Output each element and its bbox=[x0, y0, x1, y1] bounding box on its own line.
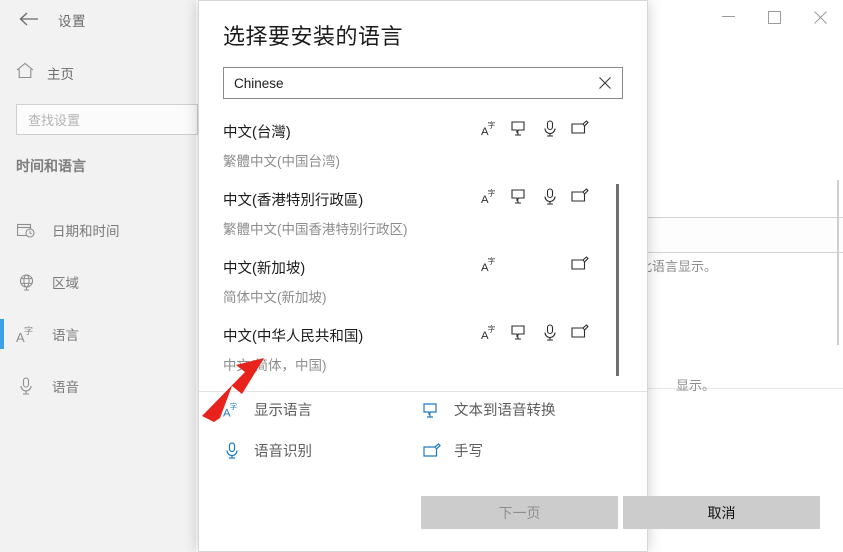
handwriting-icon[interactable] bbox=[571, 186, 589, 206]
sidebar-home-label: 主页 bbox=[47, 67, 74, 82]
speech-recognition-icon[interactable] bbox=[541, 322, 559, 342]
list-item[interactable]: 中文(新加坡) A字 简体中文(新加坡) bbox=[223, 250, 623, 318]
window-controls bbox=[705, 0, 843, 34]
text-to-speech-icon[interactable] bbox=[511, 118, 529, 138]
language-row-header: 中文(中华人民共和国) A字 bbox=[223, 318, 623, 352]
language-name: 中文(台灣) bbox=[223, 124, 291, 141]
language-feature-icons: A字 bbox=[481, 254, 589, 274]
sidebar-item-label: 语言 bbox=[52, 328, 79, 343]
sidebar-item-region[interactable]: 区域 bbox=[0, 256, 196, 308]
speech-recognition-icon[interactable] bbox=[541, 186, 559, 206]
close-icon[interactable] bbox=[588, 68, 622, 98]
scrollbar-thumb[interactable] bbox=[616, 184, 619, 376]
display-language-icon: A字 bbox=[223, 401, 241, 419]
maximize-icon[interactable] bbox=[751, 0, 797, 34]
legend-label: 语音识别 bbox=[254, 444, 312, 460]
language-search-value: Chinese bbox=[234, 75, 284, 91]
svg-text:字: 字 bbox=[24, 325, 33, 337]
handwriting-icon[interactable] bbox=[571, 254, 589, 274]
sidebar-search-input[interactable]: 查找设置 bbox=[16, 104, 198, 135]
close-icon[interactable] bbox=[797, 0, 843, 34]
sidebar-item-speech[interactable]: 语音 bbox=[0, 360, 196, 412]
install-language-dialog: 选择要安装的语言 Chinese 中文(台灣) A字 繁體中文(中国台湾) 中文… bbox=[198, 0, 820, 552]
sidebar-item-label: 区域 bbox=[52, 276, 79, 291]
svg-text:字: 字 bbox=[488, 324, 496, 334]
language-row-header: 中文(台灣) A字 bbox=[223, 114, 623, 148]
list-item[interactable]: 中文(中华人民共和国) A字 中文(简体，中国) bbox=[223, 318, 623, 386]
language-name: 中文(中华人民共和国) bbox=[223, 328, 364, 345]
sidebar-search-placeholder: 查找设置 bbox=[28, 113, 81, 128]
handwriting-icon bbox=[423, 442, 441, 459]
content-scrollbar[interactable] bbox=[837, 180, 839, 345]
language-subtitle: 简体中文(新加坡) bbox=[223, 290, 327, 305]
sidebar-item-label: 语音 bbox=[52, 380, 79, 395]
minimize-icon[interactable] bbox=[705, 0, 751, 34]
sidebar-item-home[interactable]: 主页 bbox=[10, 58, 186, 88]
language-row-header: 中文(新加坡) A字 bbox=[223, 250, 623, 284]
next-button[interactable]: 下一页 bbox=[421, 496, 618, 529]
sidebar-section-title: 时间和语言 bbox=[16, 158, 86, 174]
language-list[interactable]: 中文(台灣) A字 繁體中文(中国台湾) 中文(香港特別行政區) A 字 繁體中… bbox=[223, 114, 623, 386]
language-name: 中文(香港特別行政區) bbox=[223, 192, 364, 209]
legend-label: 文本到语音转换 bbox=[454, 403, 556, 419]
display-language-icon[interactable]: A字 bbox=[481, 322, 499, 342]
speech-recognition-icon bbox=[223, 442, 241, 459]
globe-icon bbox=[16, 273, 36, 291]
feature-slot-empty bbox=[511, 254, 529, 274]
svg-text:字: 字 bbox=[230, 401, 238, 411]
text-to-speech-icon[interactable] bbox=[511, 186, 529, 206]
text-to-speech-icon[interactable] bbox=[511, 322, 529, 342]
dialog-title: 选择要安装的语言 bbox=[223, 24, 404, 49]
feature-legend: A字 显示语言 文本到语音转换 语音识别 手写 bbox=[223, 399, 623, 461]
back-button[interactable] bbox=[12, 4, 46, 34]
language-subtitle: 繁體中文(中国台湾) bbox=[223, 154, 340, 169]
language-feature-icons: A字 bbox=[481, 186, 589, 206]
display-language-icon[interactable]: A字 bbox=[481, 118, 499, 138]
list-item[interactable]: 中文(台灣) A字 繁體中文(中国台湾) bbox=[223, 114, 623, 182]
legend-item-display-language: A字 显示语言 bbox=[223, 399, 423, 420]
sidebar-nav: 日期和时间 区域 A 字 语言 语音 bbox=[0, 204, 196, 412]
screen-root: 用此语言显示。 显示。 A 字 abc bbox=[0, 0, 843, 552]
app-title: 设置 bbox=[58, 14, 86, 29]
microphone-icon bbox=[16, 377, 36, 395]
text-to-speech-icon bbox=[423, 402, 441, 418]
language-row-header: 中文(香港特別行政區) A字 bbox=[223, 182, 623, 216]
legend-item-text-to-speech: 文本到语音转换 bbox=[423, 399, 623, 420]
display-language-icon: A 字 bbox=[16, 325, 36, 344]
calendar-clock-icon bbox=[16, 222, 36, 239]
sidebar-item-label: 日期和时间 bbox=[52, 224, 120, 239]
legend-item-speech-recognition: 语音识别 bbox=[223, 440, 423, 461]
handwriting-icon[interactable] bbox=[571, 118, 589, 138]
svg-text:字: 字 bbox=[488, 256, 496, 266]
display-language-icon[interactable]: A字 bbox=[481, 186, 499, 206]
legend-item-handwriting: 手写 bbox=[423, 440, 623, 461]
svg-text:字: 字 bbox=[488, 120, 496, 130]
sidebar-item-date-time[interactable]: 日期和时间 bbox=[0, 204, 196, 256]
language-list-scrollbar[interactable] bbox=[612, 114, 623, 386]
language-subtitle: 中文(简体，中国) bbox=[223, 358, 327, 373]
background-divider bbox=[616, 388, 843, 389]
language-feature-icons: A字 bbox=[481, 322, 589, 342]
language-name: 中文(新加坡) bbox=[223, 260, 306, 277]
speech-recognition-icon[interactable] bbox=[541, 118, 559, 138]
handwriting-icon[interactable] bbox=[571, 322, 589, 342]
language-subtitle: 繁體中文(中国香港特别行政区) bbox=[223, 222, 408, 237]
svg-text:字: 字 bbox=[488, 188, 496, 198]
legend-label: 手写 bbox=[454, 444, 483, 460]
legend-label: 显示语言 bbox=[254, 403, 312, 419]
background-text-secondary: 显示。 bbox=[676, 378, 716, 393]
language-search-input[interactable]: Chinese bbox=[223, 67, 623, 99]
sidebar-item-language[interactable]: A 字 语言 bbox=[0, 308, 196, 360]
feature-slot-empty bbox=[541, 254, 559, 274]
language-feature-icons: A字 bbox=[481, 118, 589, 138]
display-language-icon[interactable]: A字 bbox=[481, 254, 499, 274]
legend-divider bbox=[199, 391, 647, 392]
cancel-button[interactable]: 取消 bbox=[623, 496, 820, 529]
list-item[interactable]: 中文(香港特別行政區) A字 繁體中文(中国香港特别行政区) bbox=[223, 182, 623, 250]
home-icon bbox=[16, 62, 34, 84]
